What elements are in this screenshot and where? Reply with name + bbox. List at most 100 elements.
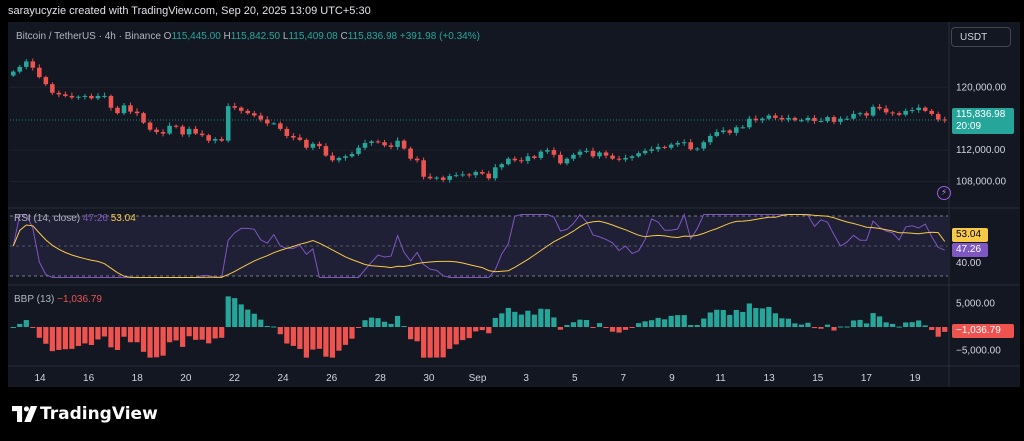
rsi-name[interactable]: RSI (14, close) xyxy=(14,213,80,224)
candle-body xyxy=(245,110,251,114)
bbp-bar xyxy=(733,309,739,327)
bbp-bar xyxy=(798,324,805,327)
bbp-bar xyxy=(147,327,153,358)
candle-body xyxy=(493,167,498,179)
candle-body xyxy=(629,156,635,158)
time-tick-label: 7 xyxy=(621,373,627,384)
time-tick-label: 20 xyxy=(180,373,192,384)
bbp-legend: BBP (13) −1,036.79 xyxy=(14,294,102,305)
candle-body xyxy=(564,158,570,164)
bbp-bar xyxy=(551,317,557,327)
candle-body xyxy=(147,122,153,130)
bbp-bar xyxy=(23,320,29,327)
candle-body xyxy=(545,150,550,152)
candle-body xyxy=(50,84,55,93)
time-tick-label: 16 xyxy=(83,373,95,384)
bbp-bar xyxy=(316,327,323,349)
rsi-value: 47.26 xyxy=(82,213,108,224)
bbp-bar xyxy=(414,327,420,342)
bbp-bar xyxy=(43,327,49,344)
bbp-bar xyxy=(759,308,765,327)
candle-body xyxy=(479,172,485,174)
bbp-bar xyxy=(362,320,368,327)
rsi-legend: RSI (14, close) 47.26 53.04 xyxy=(14,213,136,224)
bbp-bar xyxy=(649,320,655,327)
candle-body xyxy=(297,137,303,140)
candle-body xyxy=(225,106,231,141)
candle-body xyxy=(584,150,589,152)
candle-body xyxy=(786,117,791,120)
time-tick-label: 18 xyxy=(132,373,144,384)
candle-body xyxy=(909,110,915,112)
candle-body xyxy=(291,135,296,138)
bbp-bar xyxy=(264,325,270,327)
candle-body xyxy=(408,148,413,159)
candle-body xyxy=(883,108,889,113)
candle-body xyxy=(82,95,88,97)
candle-body xyxy=(238,107,244,111)
bbp-bar xyxy=(56,327,62,350)
candle-body xyxy=(304,139,309,148)
candle-body xyxy=(890,112,895,114)
bbp-bar xyxy=(219,327,225,338)
bbp-bar xyxy=(883,322,889,327)
bbp-bar xyxy=(82,327,88,344)
bbp-bar xyxy=(857,319,863,327)
candle-body xyxy=(134,111,140,114)
bbp-bar xyxy=(916,320,922,327)
chart-svg: 120,000.00 112,000.00 108,000.00 40.00 5,000… xyxy=(8,22,1020,387)
bbp-bar xyxy=(896,326,902,328)
time-tick-label: 15 xyxy=(812,373,824,384)
candle-body xyxy=(369,141,374,144)
bbp-bar xyxy=(460,327,466,341)
candle-body xyxy=(870,106,876,116)
candle-body xyxy=(734,127,739,133)
candle-body xyxy=(115,107,120,114)
bbp-bar xyxy=(596,323,603,327)
candle-body xyxy=(63,94,68,96)
bbp-bar xyxy=(75,327,82,346)
bbp-bar xyxy=(844,326,850,328)
candle-body xyxy=(766,115,772,119)
bbp-bar xyxy=(688,325,694,327)
bbp-bar xyxy=(193,327,199,340)
bbp-bar xyxy=(642,321,648,327)
candle-body xyxy=(56,92,62,95)
bbp-bar xyxy=(616,327,622,333)
bbp-bar xyxy=(792,323,798,327)
bbp-bar xyxy=(518,314,524,327)
candle-body xyxy=(877,106,882,109)
bbp-bar xyxy=(557,327,564,330)
bbp-bar xyxy=(160,327,166,356)
lightning-icon[interactable]: ⚡ xyxy=(937,186,951,200)
time-tick-label: 19 xyxy=(909,373,921,384)
bbp-bar xyxy=(890,323,896,327)
brand-name: TradingView xyxy=(40,404,158,424)
tradingview-logo-icon xyxy=(12,406,38,422)
candle-body xyxy=(206,135,211,141)
candle-body xyxy=(929,110,934,114)
candle-body xyxy=(258,115,264,120)
candle-body xyxy=(486,173,492,179)
bbp-bar xyxy=(342,327,349,345)
bbp-bar xyxy=(512,311,518,327)
bbp-bar xyxy=(629,327,635,328)
candle-body xyxy=(401,140,407,149)
bbp-bar xyxy=(701,318,707,327)
bbp-bar xyxy=(173,327,179,341)
candle-body xyxy=(701,142,707,149)
candle-body xyxy=(597,152,602,157)
bbp-axis-tag: −1,036.79 xyxy=(952,324,1014,338)
bbp-bar xyxy=(140,327,147,352)
bbp-name[interactable]: BBP (13) xyxy=(14,294,54,305)
candle-body xyxy=(681,142,687,144)
bbp-bar xyxy=(544,309,551,327)
bbp-bar xyxy=(635,323,642,327)
candle-body xyxy=(623,157,628,160)
bbp-bar xyxy=(375,318,381,327)
bbp-bar xyxy=(577,319,583,327)
time-tick-label: 17 xyxy=(861,373,873,384)
candle-body xyxy=(199,133,205,136)
candle-body xyxy=(37,67,42,78)
bbp-bar xyxy=(785,318,792,327)
